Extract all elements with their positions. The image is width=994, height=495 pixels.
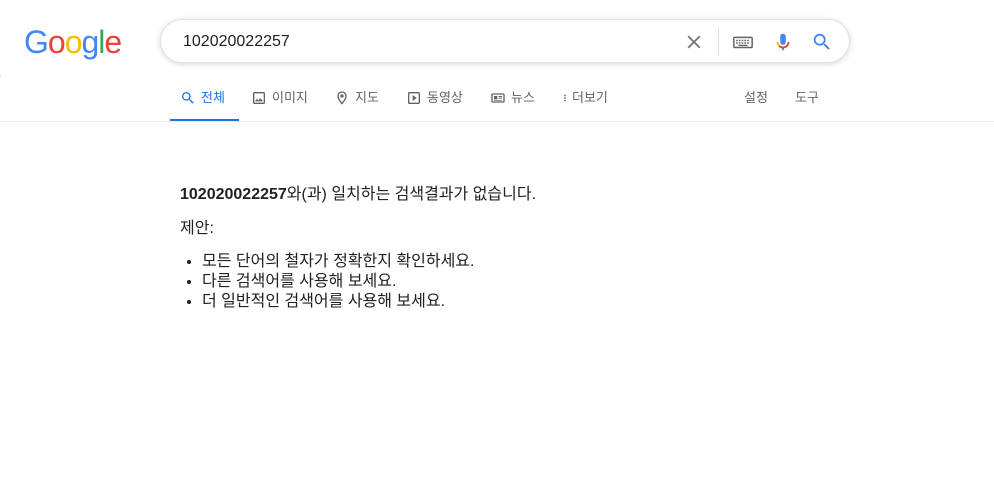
image-icon [253,92,265,104]
search-input[interactable] [181,20,675,64]
search-icon [182,92,194,104]
query-term: 102020022257 [180,186,287,203]
tab-label: 더보기 [572,90,608,105]
google-logo[interactable]: Google [24,24,122,60]
logo-letter: e [104,24,122,60]
search-box-divider [718,28,719,56]
tab-more[interactable]: 더보기 [560,80,608,122]
map-pin-icon [337,91,347,105]
video-icon [408,92,420,104]
search-box [160,19,850,64]
news-icon [491,93,505,103]
no-result-message: 102020022257와(과) 일치하는 검색결과가 없습니다. [180,184,880,206]
tab-images[interactable]: 이미지 [251,80,308,122]
tools-link[interactable]: 도구 [795,80,819,122]
suggestion-item: 더 일반적인 검색어를 사용해 보세요. [202,292,880,312]
tab-label: 뉴스 [511,90,535,105]
no-result-text: 와(과) 일치하는 검색결과가 없습니다. [286,186,537,203]
logo-letter: o [64,24,83,60]
edge-divider [0,75,1,77]
header-divider [0,121,994,122]
results-area: 102020022257와(과) 일치하는 검색결과가 없습니다. 제안: 모든… [180,184,880,312]
microphone-icon[interactable] [772,31,794,53]
suggestions-list: 모든 단어의 철자가 정확한지 확인하세요. 다른 검색어를 사용해 보세요. … [180,252,880,312]
suggestion-item: 다른 검색어를 사용해 보세요. [202,272,880,292]
logo-letter: G [24,24,49,60]
suggestion-item: 모든 단어의 철자가 정확한지 확인하세요. [202,252,880,272]
tab-label: 동영상 [427,90,463,105]
tools-label: 도구 [795,90,819,105]
keyboard-icon[interactable] [732,31,754,53]
tab-label: 지도 [355,90,379,105]
settings-label: 설정 [744,90,768,105]
logo-letter: o [47,24,66,60]
tab-maps[interactable]: 지도 [334,80,379,122]
tab-label: 이미지 [272,90,308,105]
tab-news[interactable]: 뉴스 [490,80,535,122]
suggestions-title: 제안: [180,220,214,237]
settings-link[interactable]: 설정 [744,80,768,122]
logo-letter: g [81,24,99,60]
tab-all[interactable]: 전체 [170,80,239,122]
search-icon[interactable] [811,31,833,53]
tab-videos[interactable]: 동영상 [406,80,463,122]
close-icon[interactable] [683,31,705,53]
tab-label: 전체 [201,90,225,105]
more-vert-icon [564,94,566,102]
